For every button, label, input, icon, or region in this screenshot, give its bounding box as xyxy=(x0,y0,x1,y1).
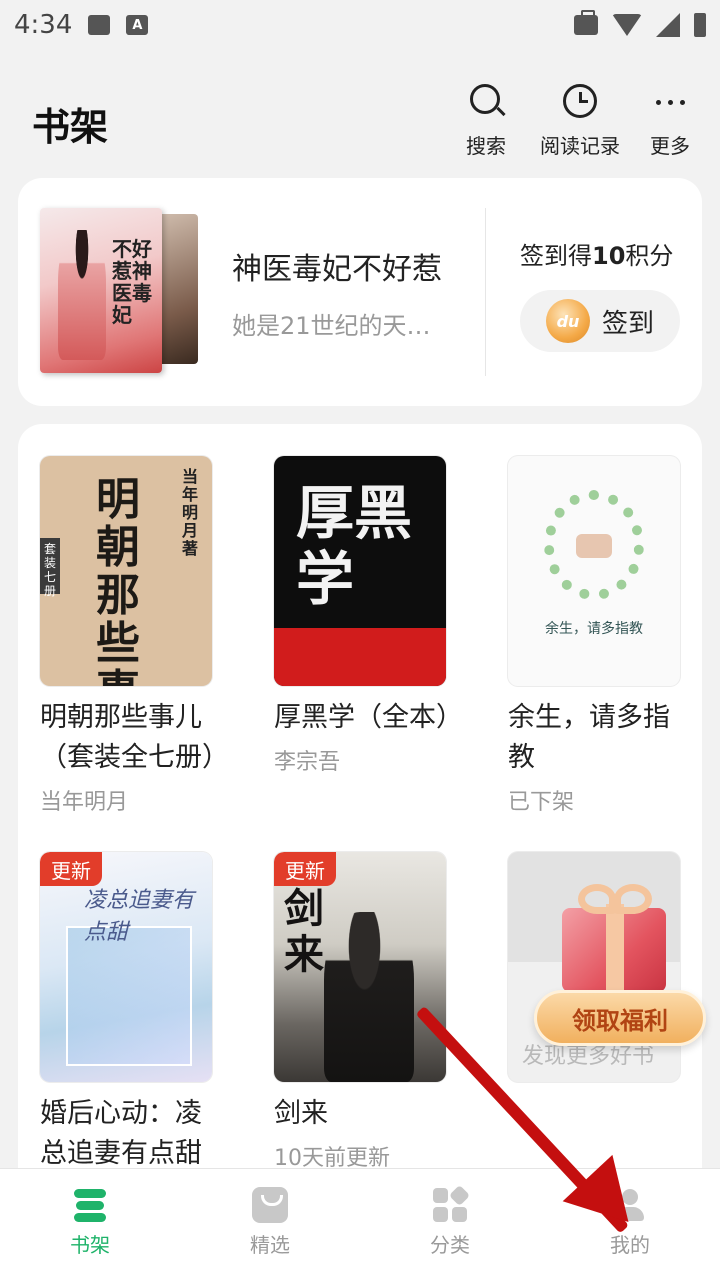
header: 书架 搜索 阅读记录 更多 xyxy=(0,76,720,166)
book-title: 余生，请多指教 xyxy=(508,702,670,773)
tab-featured[interactable]: 精选 xyxy=(180,1169,360,1280)
cover-front: 不好惹神医毒妃 xyxy=(40,208,162,373)
claim-welfare-button[interactable]: 领取福利 xyxy=(534,990,706,1046)
coin-icon: du xyxy=(546,299,590,343)
cover-title-text: 剑来 xyxy=(284,885,324,978)
book-item[interactable]: 明朝那些事儿 套装七册 当年明月著 明朝那些事儿（套装全七册） 当年明月 xyxy=(40,456,220,816)
gift-bow-right xyxy=(614,884,652,914)
category-icon xyxy=(432,1184,471,1223)
signal-icon xyxy=(656,13,680,37)
reading-history-label: 阅读记录 xyxy=(540,134,620,158)
book-cover[interactable]: 厚黑学 xyxy=(274,456,446,686)
bookshelf-icon xyxy=(72,1187,108,1223)
checkin-prefix: 签到得 xyxy=(520,242,592,270)
book-title: 厚黑学（全本） xyxy=(274,702,454,733)
more-icon xyxy=(650,82,690,122)
recent-book-description: 她是21世纪的天才毒医 xyxy=(232,312,442,340)
cover-red-band xyxy=(274,628,446,686)
tab-bookshelf[interactable]: 书架 xyxy=(0,1169,180,1280)
status-bar: 4:34 A xyxy=(0,0,720,50)
cover-title-text: 余生，请多指教 xyxy=(545,621,643,637)
more-button[interactable]: 更多 xyxy=(650,82,690,159)
book-cover[interactable]: 凌总追妻有点甜 更新 xyxy=(40,852,212,1082)
checkin-reward-text: 签到得10积分 xyxy=(520,236,673,271)
search-icon xyxy=(466,82,506,122)
update-badge: 更新 xyxy=(40,852,102,886)
update-badge: 更新 xyxy=(274,852,336,886)
tab-label: 我的 xyxy=(610,1233,650,1257)
bag-icon xyxy=(252,1187,288,1223)
book-title: 明朝那些事儿（套装全七册） xyxy=(40,702,220,773)
book-item[interactable]: 厚黑学 厚黑学（全本） 李宗吾 xyxy=(274,456,454,776)
book-author: 当年明月 xyxy=(40,790,129,815)
tab-category[interactable]: 分类 xyxy=(360,1169,540,1280)
book-status: 已下架 xyxy=(508,790,575,815)
clock-icon xyxy=(560,82,600,122)
search-label: 搜索 xyxy=(466,134,506,158)
checkin-suffix: 积分 xyxy=(625,242,674,270)
cover-illustration xyxy=(66,926,192,1066)
book-item[interactable]: 凌总追妻有点甜 更新 婚后心动：凌总追妻有点甜 xyxy=(40,852,212,1180)
checkin-points: 10 xyxy=(592,242,626,270)
cover-illustration xyxy=(58,230,106,360)
recent-reading-card: 不好惹神医毒妃 神医毒妃不好惹 她是21世纪的天才毒医 签到得10积分 du 签… xyxy=(18,178,702,406)
battery-icon xyxy=(694,13,706,37)
recent-book-cover[interactable]: 不好惹神医毒妃 xyxy=(40,208,198,376)
image-notification-icon xyxy=(88,15,111,35)
gift-bow-left xyxy=(578,884,616,914)
book-cover[interactable]: 余生，请多指教 xyxy=(508,456,680,686)
book-cover[interactable]: 明朝那些事儿 套装七册 当年明月著 xyxy=(40,456,212,686)
cover-author-text: 当年明月著 xyxy=(182,467,199,558)
book-cover[interactable]: 剑来 更新 xyxy=(274,852,446,1082)
tab-label: 书架 xyxy=(70,1233,110,1257)
divider xyxy=(485,208,486,376)
search-button[interactable]: 搜索 xyxy=(466,82,506,159)
work-profile-icon xyxy=(574,10,598,35)
book-title: 剑来 xyxy=(274,1098,328,1129)
cover-title-text: 凌总追妻有点甜 xyxy=(84,888,195,945)
checkin-button[interactable]: du 签到 xyxy=(520,290,680,352)
gift-ribbon xyxy=(606,904,624,994)
book-item[interactable]: 余生，请多指教 余生，请多指教 已下架 xyxy=(508,456,680,816)
cover-title-text: 不好惹神医毒妃 xyxy=(112,237,152,327)
bookshelf-grid: 明朝那些事儿 套装七册 当年明月著 明朝那些事儿（套装全七册） 当年明月 厚黑学… xyxy=(18,424,702,1224)
recent-book-title[interactable]: 神医毒妃不好惹 xyxy=(232,244,458,288)
cover-illustration xyxy=(576,534,612,558)
more-label: 更多 xyxy=(650,134,690,158)
app-notification-icon: A xyxy=(126,15,149,35)
status-time: 4:34 xyxy=(14,10,73,40)
page-title: 书架 xyxy=(32,105,109,149)
checkin-label: 签到 xyxy=(602,308,655,339)
cover-side-label: 套装七册 xyxy=(40,538,60,598)
tab-label: 分类 xyxy=(430,1233,470,1257)
book-title: 婚后心动：凌总追妻有点甜 xyxy=(40,1098,202,1169)
cover-title-text: 厚黑学 xyxy=(296,479,413,613)
wifi-icon xyxy=(612,14,642,36)
tab-label: 精选 xyxy=(250,1233,290,1257)
book-author: 李宗吾 xyxy=(274,750,341,775)
welfare-gift-promo[interactable]: 领取福利 xyxy=(532,880,708,1050)
cover-illustration xyxy=(324,912,414,1082)
reading-history-button[interactable]: 阅读记录 xyxy=(540,82,620,159)
cover-title-text: 明朝那些事儿 xyxy=(96,474,140,687)
